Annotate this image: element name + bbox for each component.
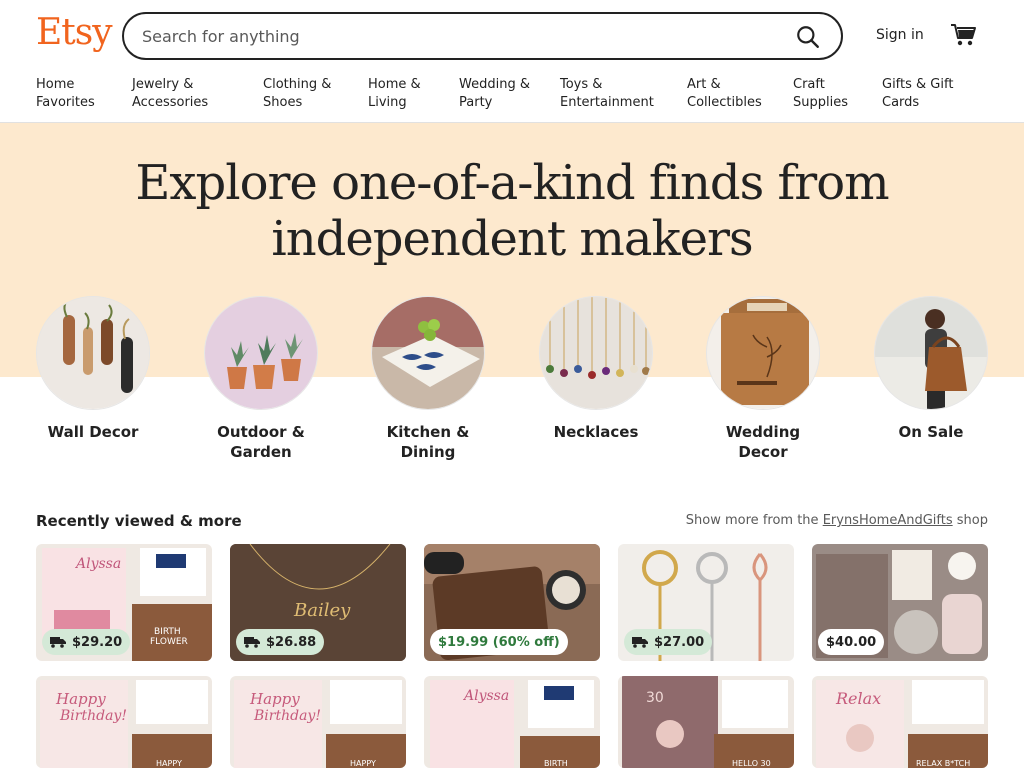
category-label: Kitchen &	[386, 423, 470, 441]
price-badge: $29.20	[42, 629, 131, 655]
price-text: $26.88	[266, 634, 317, 650]
outdoor-garden-image	[204, 296, 318, 410]
nav-item-craft[interactable]: Craft Supplies	[793, 76, 848, 112]
truck-icon	[632, 637, 648, 648]
truck-icon	[244, 637, 260, 648]
shop-link[interactable]: ErynsHomeAndGifts	[823, 513, 953, 528]
category-label-line2: Dining	[400, 443, 456, 461]
category-label: Wedding	[725, 423, 801, 441]
svg-text:Alyssa: Alyssa	[462, 688, 509, 704]
tile-text: HELLO 30	[732, 759, 771, 768]
nav-item-jewelry[interactable]: Jewelry & Accessories	[132, 76, 208, 112]
svg-text:Alyssa: Alyssa	[74, 556, 121, 572]
nav-item-gifts[interactable]: Gifts & Gift Cards	[882, 76, 953, 112]
category-on-sale[interactable]: On Sale	[874, 296, 988, 442]
recently-viewed-title: Recently viewed & more	[36, 512, 242, 530]
tile-text: HAPPY	[156, 759, 182, 768]
listing-card[interactable]: $27.00	[618, 544, 794, 661]
svg-text:Birthday!: Birthday!	[59, 708, 127, 724]
listing-card[interactable]: Happy Birthday! HAPPY	[230, 676, 406, 768]
tile-text: HAPPY	[350, 759, 376, 768]
nav-item-art[interactable]: Art & Collectibles	[687, 76, 762, 112]
svg-text:FLOWER: FLOWER	[150, 637, 188, 647]
listing-card[interactable]: Relax RELAX B*TCH	[812, 676, 988, 768]
category-label: Outdoor &	[217, 423, 305, 441]
category-necklaces[interactable]: Necklaces	[539, 296, 653, 442]
site-header: Etsy Sign in	[0, 0, 1024, 72]
kitchen-dining-image	[371, 296, 485, 410]
price-text: $19.99 (60% off)	[438, 634, 560, 650]
listing-card[interactable]: Alyssa BIRTH	[424, 676, 600, 768]
category-circles: Wall Decor Outdoor & Garden Kitchen & Di…	[0, 296, 1024, 466]
nav-item-wedding[interactable]: Wedding & Party	[459, 76, 530, 112]
show-more-text: Show more from the ErynsHomeAndGifts sho…	[686, 513, 988, 528]
tile-text: BIRTH	[544, 759, 568, 768]
price-badge: $27.00	[624, 629, 713, 655]
svg-text:Bailey: Bailey	[293, 600, 351, 621]
category-label: On Sale	[898, 423, 964, 441]
price-text: $27.00	[654, 634, 705, 650]
listing-image: 30 HELLO 30	[618, 676, 794, 768]
listing-card[interactable]: 30 HELLO 30	[618, 676, 794, 768]
listing-card[interactable]: $40.00	[812, 544, 988, 661]
svg-text:30: 30	[646, 690, 664, 706]
category-label: Wall Decor	[47, 423, 139, 441]
search-bar[interactable]	[122, 12, 843, 60]
listing-image: Happy Birthday! HAPPY	[36, 676, 212, 768]
listing-image: Alyssa BIRTH	[424, 676, 600, 768]
category-label: Necklaces	[553, 423, 639, 441]
price-text: $40.00	[826, 634, 877, 650]
necklaces-image	[539, 296, 653, 410]
category-wall-decor[interactable]: Wall Decor	[36, 296, 150, 442]
tile-text: RELAX B*TCH	[916, 759, 970, 768]
search-icon[interactable]	[795, 24, 821, 50]
listing-card[interactable]: Bailey $26.88	[230, 544, 406, 661]
truck-icon	[50, 637, 66, 648]
category-label-line2: Decor	[738, 443, 788, 461]
etsy-logo[interactable]: Etsy	[36, 12, 113, 53]
svg-text:Relax: Relax	[835, 689, 881, 708]
svg-text:BIRTH: BIRTH	[154, 627, 181, 637]
on-sale-image	[874, 296, 988, 410]
category-label-line2: Garden	[230, 443, 292, 461]
wedding-decor-image	[706, 296, 820, 410]
price-badge: $26.88	[236, 629, 325, 655]
nav-item-clothing[interactable]: Clothing & Shoes	[263, 76, 331, 112]
category-nav: Home Favorites Jewelry & Accessories Cloth…	[0, 72, 1024, 123]
search-input[interactable]	[142, 24, 762, 48]
cart-icon[interactable]	[950, 22, 978, 48]
nav-item-home-favorites[interactable]: Home Favorites	[36, 76, 95, 112]
show-more-prefix: Show more from the	[685, 513, 819, 528]
listing-image: Relax RELAX B*TCH	[812, 676, 988, 768]
price-text: $29.20	[72, 634, 123, 650]
svg-text:Birthday!: Birthday!	[253, 708, 321, 724]
svg-text:Happy: Happy	[249, 690, 300, 708]
show-more-suffix: shop	[956, 513, 988, 528]
sign-in-link[interactable]: Sign in	[876, 27, 924, 43]
wall-decor-image	[36, 296, 150, 410]
svg-text:Happy: Happy	[55, 690, 106, 708]
category-wedding-decor[interactable]: Wedding Decor	[706, 296, 820, 462]
category-kitchen-dining[interactable]: Kitchen & Dining	[371, 296, 485, 462]
hero-title: Explore one-of-a-kind finds from indepen…	[135, 155, 889, 267]
listing-card[interactable]: Happy Birthday! HAPPY	[36, 676, 212, 768]
price-badge: $40.00	[818, 629, 885, 655]
listing-card[interactable]: Alyssa BIRTH FLOWER $29.20	[36, 544, 212, 661]
category-outdoor-garden[interactable]: Outdoor & Garden	[204, 296, 318, 462]
nav-item-home-living[interactable]: Home & Living	[368, 76, 421, 112]
listing-card[interactable]: $19.99 (60% off)	[424, 544, 600, 661]
nav-item-toys[interactable]: Toys & Entertainment	[560, 76, 654, 112]
listing-image: Happy Birthday! HAPPY	[230, 676, 406, 768]
price-badge: $19.99 (60% off)	[430, 629, 568, 655]
